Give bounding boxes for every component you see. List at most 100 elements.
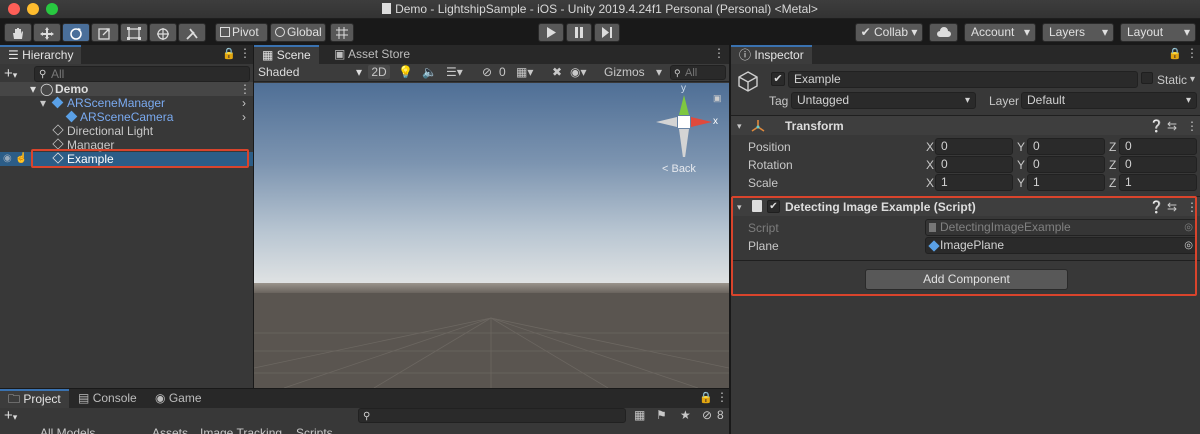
lock-icon[interactable]: ▣ [713,93,722,104]
chevron-right-icon[interactable]: › [242,96,246,110]
scale-z-field[interactable]: 1 [1119,174,1197,191]
breadcrumb-scripts[interactable]: Scripts [296,426,333,434]
grid-icon[interactable]: ▦▾ [516,65,533,79]
scale-x-field[interactable]: 1 [935,174,1013,191]
transform-tool-button[interactable] [149,23,177,42]
tab-project[interactable]: 🗀 Project [0,389,69,408]
project-search-input[interactable]: ⚲ [358,408,626,423]
filter-type-icon[interactable]: ▦ [634,408,645,422]
main-toolbar: Pivot Global ✔ Collab ▾ Account ▾ Layers ▾… [0,19,1200,45]
search-icon: ⚲ [39,69,47,80]
project-panel: 🗀 Project ▤ Console ◉ Game 🔒 ⋮ +▾ ⚲ ▦ ⚑ … [0,389,729,434]
scene-orientation-gizmo[interactable] [652,87,716,157]
presets-sliders-icon[interactable]: ⇆ [1167,119,1177,133]
panel-menu-icon[interactable]: ⋮ [239,46,251,60]
hierarchy-item-arscenecamera[interactable]: ARSceneCamera › [0,110,253,124]
help-icon[interactable]: ❔ [1149,119,1164,133]
pivot-toggle[interactable]: Pivot [215,23,268,42]
favorite-star-icon[interactable]: ★ [680,408,691,422]
hierarchy-item-directional-light[interactable]: Directional Light [0,124,253,138]
position-y-field[interactable]: 0 [1027,138,1105,155]
scene-search-input[interactable]: ⚲ All [670,65,726,80]
expand-arrow-icon[interactable]: ▾ [737,119,742,133]
global-toggle[interactable]: Global [270,23,326,42]
rotation-z-field[interactable]: 0 [1119,156,1197,173]
tab-scene[interactable]: ▦ Scene [254,45,319,64]
tab-console[interactable]: ▤ Console [70,389,145,408]
active-checkbox[interactable]: ✔ [771,72,785,86]
tools-cross-icon[interactable]: ✖ [552,65,562,79]
step-button[interactable] [594,23,620,42]
object-name-field[interactable]: Example [788,71,1138,88]
hierarchy-item-arscenemanager[interactable]: ▾ ARSceneManager › [0,96,253,110]
scene-menu-icon[interactable]: ⋮ [239,82,251,96]
pause-button[interactable] [566,23,592,42]
position-z-field[interactable]: 0 [1119,138,1197,155]
account-dropdown[interactable]: Account ▾ [964,23,1036,42]
move-tool-button[interactable] [33,23,61,42]
rotation-y-field[interactable]: 0 [1027,156,1105,173]
chevron-right-icon[interactable]: › [242,110,246,124]
gizmos-dropdown[interactable]: Gizmos ▾ [604,65,662,79]
dropdown-arrow-icon: ▾ [911,25,918,39]
tab-inspector[interactable]: ⓘ Inspector [731,45,812,64]
scale-y-field[interactable]: 1 [1027,174,1105,191]
globe-icon [275,27,285,37]
position-x-field[interactable]: 0 [935,138,1013,155]
lock-icon[interactable]: 🔒 [222,47,236,60]
filter-label-icon[interactable]: ⚑ [656,408,667,422]
scale-tool-button[interactable] [91,23,119,42]
rect-tool-button[interactable] [120,23,148,42]
hidden-objects-eye-icon[interactable]: ⊘ [482,65,492,79]
lock-icon[interactable]: 🔒 [699,391,713,404]
tab-hierarchy[interactable]: ☰ Hierarchy [0,45,82,64]
scene-tabbar: ▦ Scene ▣ Asset Store ⋮ [254,45,729,64]
effects-layers-icon[interactable]: ☰▾ [446,65,463,79]
tab-game[interactable]: ◉ Game [147,389,210,408]
dropdown-arrow-icon[interactable]: ▾ [1190,73,1195,87]
component-menu-icon[interactable]: ⋮ [1186,119,1198,133]
breadcrumb-assets[interactable]: Assets [152,426,188,434]
layout-dropdown[interactable]: Layout ▾ [1120,23,1196,42]
cloud-button[interactable] [929,23,958,42]
layer-dropdown[interactable]: Default ▾ [1021,92,1197,109]
static-checkbox[interactable] [1141,72,1153,84]
favorites-all-models[interactable]: All Models [40,426,95,434]
create-asset-dropdown[interactable]: +▾ [4,407,17,424]
shading-mode-dropdown[interactable]: Shaded ▾ [258,65,362,79]
hidden-packages-eye-icon[interactable]: ⊘ [702,408,712,422]
hand-tool-button[interactable] [4,23,32,42]
tab-asset-store[interactable]: ▣ Asset Store [326,45,418,64]
panel-menu-icon[interactable]: ⋮ [1186,46,1198,60]
layers-dropdown[interactable]: Layers ▾ [1042,23,1114,42]
transform-header[interactable]: ▾ Transform ❔ ⇆ ⋮ [731,116,1200,135]
camera-icon[interactable]: ◉▾ [570,65,587,79]
2d-toggle[interactable]: 2D [368,65,390,79]
hierarchy-scene-row[interactable]: ▾ ◯ Demo ⋮ [0,82,253,96]
custom-tool-button[interactable] [178,23,206,42]
panel-menu-icon[interactable]: ⋮ [716,390,728,404]
window-title: Demo - LightshipSample - iOS - Unity 201… [0,0,1200,19]
collab-dropdown[interactable]: ✔ Collab ▾ [855,23,923,42]
play-button[interactable] [538,23,564,42]
expand-arrow-icon[interactable]: ▾ [40,96,46,110]
visibility-eye-icon[interactable]: ◉ [3,152,12,166]
dropdown-arrow-icon: ▾ [355,65,362,79]
scene-viewport[interactable]: y x ▣ < Back [254,83,729,388]
panel-menu-icon[interactable]: ⋮ [713,46,725,60]
grid-snap-button[interactable] [330,23,354,42]
console-icon: ▤ [78,391,90,405]
scale-icon [98,28,110,40]
pickable-hand-icon[interactable]: ☝ [15,152,27,166]
lighting-bulb-icon[interactable]: 💡 [398,65,413,79]
create-dropdown[interactable]: +▾ [4,65,17,82]
hierarchy-panel: ☰ Hierarchy 🔒 ⋮ +▾ ⚲ All ▾ ◯ Demo ⋮ ▾ AR… [0,45,253,388]
hierarchy-search-input[interactable]: ⚲ All [34,66,250,82]
back-button[interactable]: < Back [662,163,696,175]
rotation-x-field[interactable]: 0 [935,156,1013,173]
audio-speaker-icon[interactable]: 🔈 [422,65,437,79]
lock-icon[interactable]: 🔒 [1168,47,1182,60]
breadcrumb-image-tracking[interactable]: Image Tracking [200,426,282,434]
rotate-tool-button[interactable] [62,23,90,42]
tag-dropdown[interactable]: Untagged ▾ [791,92,976,109]
